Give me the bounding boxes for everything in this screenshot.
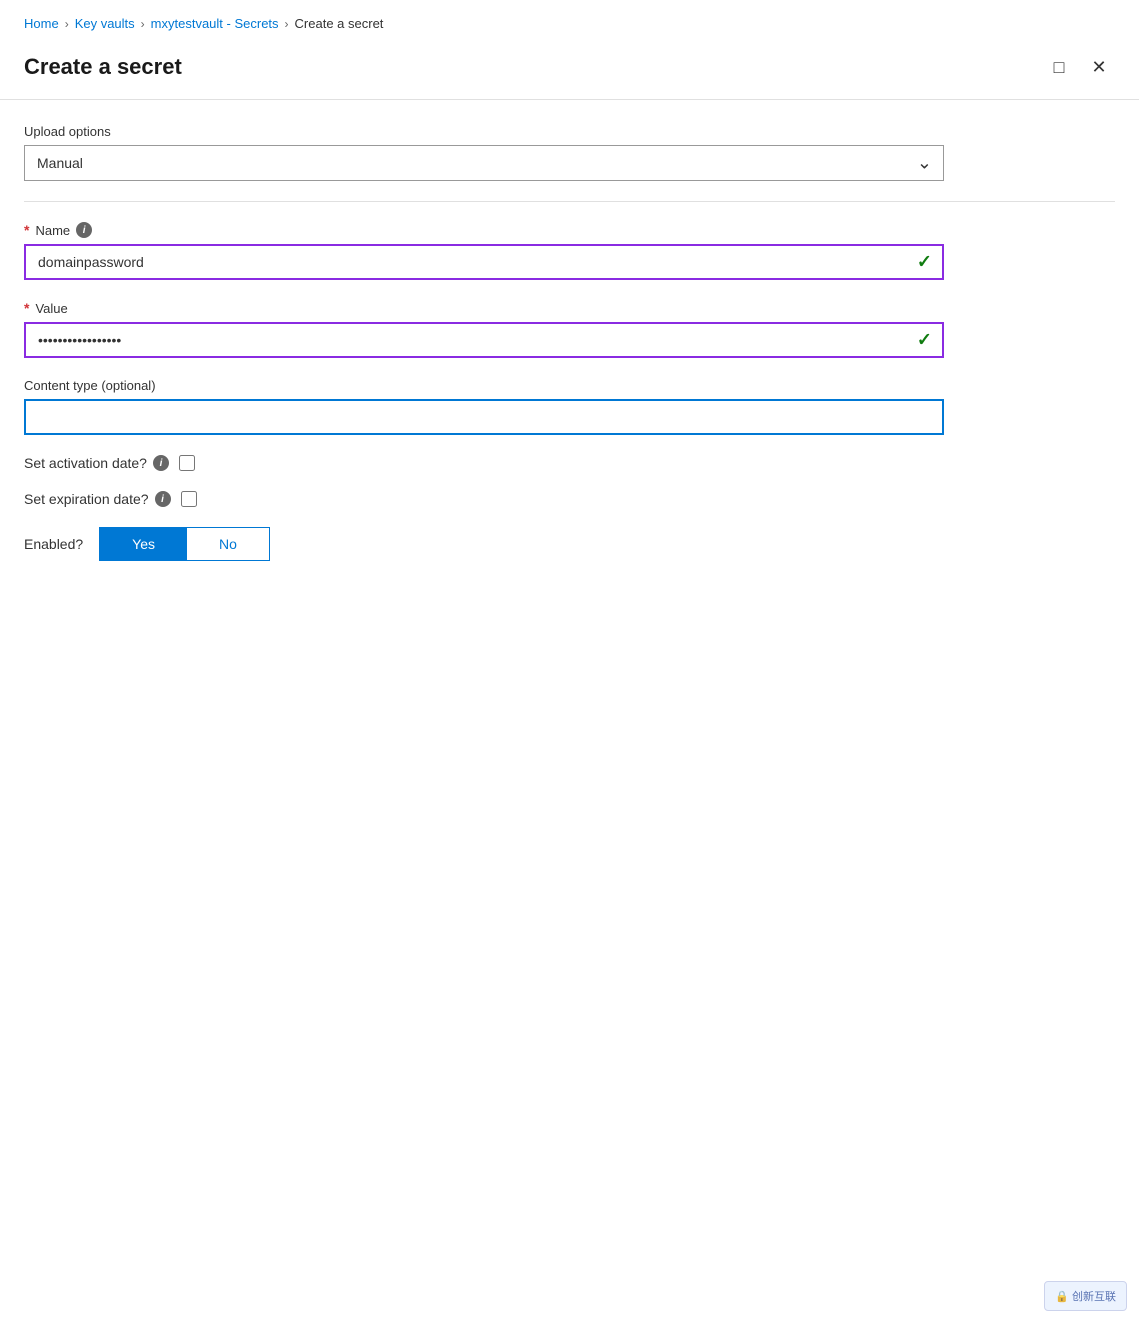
minimize-button[interactable]: □ xyxy=(1043,51,1075,83)
content-type-label: Content type (optional) xyxy=(24,378,1115,393)
expiration-info-icon: i xyxy=(155,491,171,507)
breadcrumb-home[interactable]: Home xyxy=(24,16,59,31)
enabled-toggle: Yes No xyxy=(99,527,270,561)
expiration-date-label: Set expiration date? i xyxy=(24,491,171,507)
activation-date-label: Set activation date? i xyxy=(24,455,169,471)
value-input-wrapper: ✓ xyxy=(24,322,944,358)
activation-date-group: Set activation date? i xyxy=(24,455,1115,471)
content-type-group: Content type (optional) xyxy=(24,378,1115,435)
activation-info-icon: i xyxy=(153,455,169,471)
enabled-no-button[interactable]: No xyxy=(187,528,269,560)
minimize-icon: □ xyxy=(1054,57,1065,78)
watermark: 🔒 创新互联 xyxy=(1044,1281,1127,1311)
value-group: * Value ✓ xyxy=(24,300,1115,358)
enabled-group: Enabled? Yes No xyxy=(24,527,1115,561)
value-input[interactable] xyxy=(24,322,944,358)
page-title: Create a secret xyxy=(24,54,182,80)
name-group: * Name i ✓ xyxy=(24,222,1115,280)
enabled-yes-button[interactable]: Yes xyxy=(100,528,187,560)
breadcrumb: Home › Key vaults › mxytestvault - Secre… xyxy=(0,0,1139,43)
breadcrumb-sep-1: › xyxy=(65,17,69,31)
upload-options-select[interactable]: Manual Certificate xyxy=(24,145,944,181)
breadcrumb-current: Create a secret xyxy=(295,16,384,31)
form-body: Upload options Manual Certificate * Name… xyxy=(0,100,1139,605)
activation-date-checkbox[interactable] xyxy=(179,455,195,471)
upload-options-wrapper: Manual Certificate xyxy=(24,145,944,181)
breadcrumb-keyvaults[interactable]: Key vaults xyxy=(75,16,135,31)
name-input-wrapper: ✓ xyxy=(24,244,944,280)
close-button[interactable]: ✕ xyxy=(1083,51,1115,83)
content-type-input[interactable] xyxy=(24,399,944,435)
value-check-icon: ✓ xyxy=(917,330,932,351)
close-icon: ✕ xyxy=(1091,57,1106,78)
upload-options-group: Upload options Manual Certificate xyxy=(24,124,1115,181)
name-required-star: * xyxy=(24,222,29,238)
upload-options-label: Upload options xyxy=(24,124,1115,139)
expiration-date-checkbox[interactable] xyxy=(181,491,197,507)
breadcrumb-sep-3: › xyxy=(285,17,289,31)
value-required-star: * xyxy=(24,300,29,316)
name-label: * Name i xyxy=(24,222,1115,238)
breadcrumb-sep-2: › xyxy=(141,17,145,31)
expiration-date-group: Set expiration date? i xyxy=(24,491,1115,507)
name-info-icon: i xyxy=(76,222,92,238)
value-label: * Value xyxy=(24,300,1115,316)
divider-1 xyxy=(24,201,1115,202)
name-input[interactable] xyxy=(24,244,944,280)
enabled-label: Enabled? xyxy=(24,536,83,552)
name-check-icon: ✓ xyxy=(917,252,932,273)
breadcrumb-vault[interactable]: mxytestvault - Secrets xyxy=(151,16,279,31)
panel-header: Create a secret □ ✕ xyxy=(0,43,1139,100)
header-actions: □ ✕ xyxy=(1043,51,1115,83)
